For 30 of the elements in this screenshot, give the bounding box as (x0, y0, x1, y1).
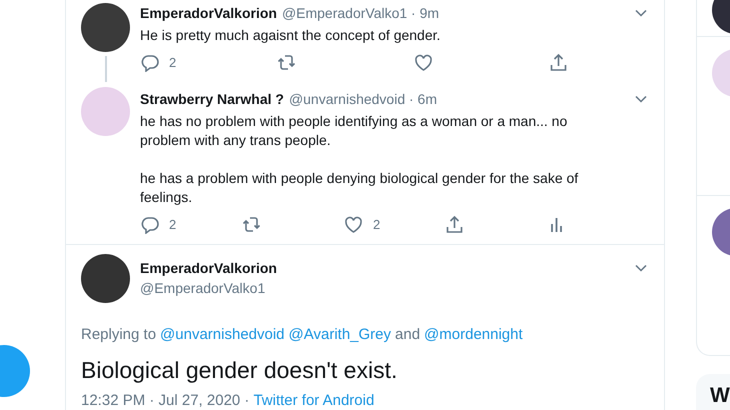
source-link[interactable]: Twitter for Android (253, 392, 374, 410)
tweet-text: He is pretty much agaisnt the concept of gender. (140, 26, 442, 45)
reply-icon[interactable] (140, 53, 159, 72)
reply-icon[interactable] (140, 215, 159, 234)
user-handle: @unvarnishedvoid · 6m (288, 90, 437, 109)
user-handle: @EmperadorValko1 (140, 279, 266, 298)
timestamp: 12:32 PM · Jul 27, 2020 · (81, 392, 250, 410)
user-name[interactable]: EmperadorValkorion (140, 258, 277, 278)
action-count: 2 (169, 217, 176, 232)
heart-icon[interactable] (414, 53, 433, 72)
mention-link[interactable]: @mordennight (424, 325, 523, 345)
user-handle: @EmperadorValko1 · 9m (282, 4, 440, 23)
heart-icon[interactable] (344, 215, 363, 234)
avatar[interactable] (81, 254, 130, 303)
panel-heading: W (710, 384, 730, 407)
action-count: 2 (373, 217, 380, 232)
user-name[interactable]: Strawberry Narwhal ? (140, 89, 284, 109)
reply-label: and (395, 325, 420, 345)
avatar[interactable] (81, 3, 130, 52)
tweet-text: Biological gender doesn't exist. (81, 356, 398, 385)
retweet-icon[interactable] (242, 215, 261, 234)
share-icon[interactable] (445, 215, 464, 234)
retweet-icon[interactable] (277, 53, 296, 72)
mention-link[interactable]: @Avarith_Grey (288, 325, 392, 345)
mention-link[interactable]: @unvarnishedvoid (160, 325, 285, 345)
action-count: 2 (169, 55, 176, 70)
user-name[interactable]: EmperadorValkorion (140, 3, 277, 23)
tweet-text: he has no problem with people identifying as a woman or a man... no problem with any trans people. he has a problem with people denying biological gender for the sake of feelings. (140, 112, 580, 207)
reply-label: Replying to (81, 325, 156, 345)
share-icon[interactable] (549, 53, 568, 72)
